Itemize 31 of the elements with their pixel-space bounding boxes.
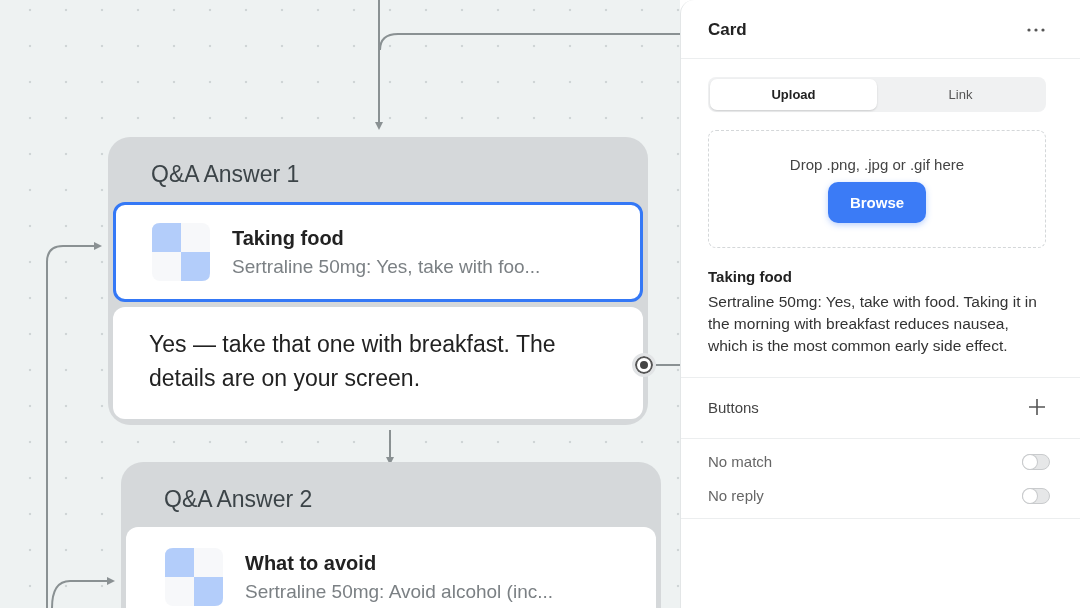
card-title: What to avoid — [245, 551, 378, 575]
flow-node[interactable]: Q&A Answer 2 What to avoid Sertraline 50mg: Avoid alcohol (inc... — [121, 462, 661, 608]
flow-node[interactable]: Q&A Answer 1 Taking food Sertraline 50mg: Yes, take with foo... Yes — take that one with breakfast. The details are on your screen. — [108, 137, 648, 425]
image-placeholder-icon — [152, 223, 210, 281]
image-placeholder-icon — [165, 548, 223, 606]
card-description: Sertraline 50mg: Yes, take with food. Taking it in the morning with breakfast reduces nausea, which is the most common early side effect. — [708, 292, 1038, 356]
card-item[interactable]: Taking food Sertraline 50mg: Yes, take with foo... — [113, 202, 643, 302]
toggle-switch[interactable] — [1022, 453, 1050, 470]
section-label: Buttons — [708, 398, 759, 416]
tab[interactable]: Link — [877, 79, 1044, 110]
node-title: Q&A Answer 1 — [150, 160, 301, 189]
connector-arrow — [386, 429, 394, 465]
output-port-icon[interactable] — [632, 353, 656, 377]
card-title: Taking food — [708, 268, 793, 285]
card-subtitle: Sertraline 50mg: Yes, take with foo... — [232, 255, 541, 278]
toggle-label: No reply — [708, 487, 764, 504]
card-subtitle: Sertraline 50mg: Avoid alcohol (inc... — [245, 580, 554, 603]
connector-line — [654, 364, 680, 366]
message-text: Yes — take that one with breakfast. The details are on your screen. — [149, 331, 556, 391]
toggle-label: No match — [708, 453, 773, 470]
card-item[interactable]: What to avoid Sertraline 50mg: Avoid alcohol (inc... — [126, 527, 656, 608]
card-title: Taking food — [232, 226, 345, 250]
panel-title: Card — [708, 20, 747, 40]
more-icon[interactable] — [1026, 27, 1046, 33]
browse-button[interactable]: Browse — [827, 181, 927, 223]
dropzone-hint: Drop .png, .jpg or .gif here — [789, 155, 965, 173]
dropzone[interactable]: Drop .png, .jpg or .gif here Browse — [708, 130, 1046, 248]
tab[interactable]: Upload — [710, 79, 877, 110]
add-icon[interactable] — [1028, 398, 1046, 416]
toggle-switch[interactable] — [1022, 487, 1050, 504]
node-title: Q&A Answer 2 — [163, 485, 314, 514]
